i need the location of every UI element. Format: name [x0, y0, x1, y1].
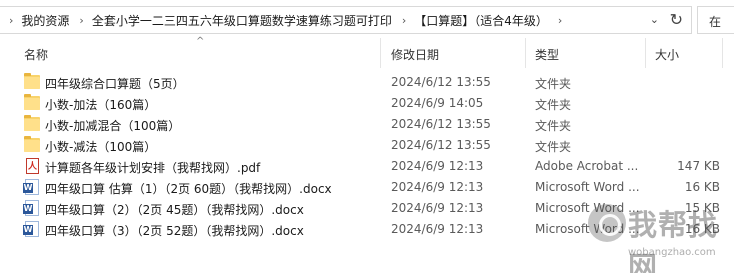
file-date: 2024/6/9 12:13	[391, 159, 484, 173]
file-date: 2024/6/9 12:13	[391, 222, 484, 236]
watermark-text: 我帮找网	[628, 208, 719, 273]
word-doc-icon	[23, 200, 39, 216]
breadcrumb-item[interactable]: 全套小学一二三四五六年级口算题数学速算练习题可打印	[91, 12, 393, 29]
file-date: 2024/6/9 12:13	[391, 201, 484, 215]
chevron-right-icon[interactable]: ›	[402, 14, 406, 27]
breadcrumb-item[interactable]: 【口算题】（适合4年级）	[413, 12, 549, 29]
column-divider[interactable]	[722, 38, 723, 68]
chevron-right-icon[interactable]: ›	[9, 14, 13, 27]
refresh-icon[interactable]: ↻	[670, 10, 683, 29]
file-date: 2024/6/9 14:05	[391, 96, 484, 110]
file-name: 四年级综合口算题（5页）	[45, 77, 185, 91]
file-date: 2024/6/12 13:55	[391, 138, 491, 152]
file-type: 文件夹	[535, 98, 572, 112]
file-name: 四年级口算（3）（2页 52题）（我帮找网）.docx	[45, 224, 304, 238]
chevron-right-icon[interactable]: ›	[79, 14, 83, 27]
word-doc-icon	[23, 221, 39, 237]
file-row[interactable]: 小数-加减混合（100篇） 2024/6/12 13:55 文件夹	[0, 114, 734, 135]
column-header-date[interactable]: 修改日期	[391, 46, 439, 63]
file-date: 2024/6/12 13:55	[391, 117, 491, 131]
folder-icon	[24, 73, 40, 89]
column-header-name[interactable]: 名称	[24, 46, 48, 63]
file-type: Microsoft Word ...	[535, 180, 640, 194]
column-header-type[interactable]: 类型	[535, 46, 559, 63]
folder-icon	[24, 136, 40, 152]
folder-icon	[24, 115, 40, 131]
file-date: 2024/6/12 13:55	[391, 75, 491, 89]
file-name: 四年级口算 估算（1）（2页 60题）（我帮找网）.docx	[45, 182, 332, 196]
watermark-url: wobangzhao.com	[628, 247, 716, 258]
file-size: 16 KB	[684, 180, 720, 194]
file-type: Adobe Acrobat ...	[535, 159, 639, 173]
file-name: 计算题各年级计划安排（我帮找网）.pdf	[45, 161, 261, 175]
file-row[interactable]: 四年级综合口算题（5页） 2024/6/12 13:55 文件夹	[0, 72, 734, 93]
search-logo-icon	[588, 204, 626, 242]
file-date: 2024/6/9 12:13	[391, 180, 484, 194]
file-name: 小数-加法（160篇）	[45, 98, 157, 112]
file-row[interactable]: 小数-减法（100篇） 2024/6/12 13:55 文件夹	[0, 135, 734, 156]
address-bar[interactable]: › 我的资源 › 全套小学一二三四五六年级口算题数学速算练习题可打印 › 【口算…	[0, 6, 692, 34]
word-doc-icon	[23, 179, 39, 195]
file-name: 小数-减法（100篇）	[45, 140, 157, 154]
column-header-bar: 名称 修改日期 类型 大小	[0, 38, 734, 68]
pdf-icon	[26, 158, 39, 174]
file-row[interactable]: 小数-加法（160篇） 2024/6/9 14:05 文件夹	[0, 93, 734, 114]
file-row[interactable]: 四年级口算 估算（1）（2页 60题）（我帮找网）.docx 2024/6/9 …	[0, 177, 734, 198]
column-divider[interactable]	[525, 38, 526, 68]
file-name: 小数-加减混合（100篇）	[45, 119, 181, 133]
watermark: 我帮找网 wobangzhao.com	[588, 196, 734, 273]
file-row[interactable]: 计算题各年级计划安排（我帮找网）.pdf 2024/6/9 12:13 Adob…	[0, 156, 734, 177]
file-size: 147 KB	[677, 159, 720, 173]
breadcrumb-item[interactable]: 我的资源	[20, 12, 70, 29]
file-type: 文件夹	[535, 140, 572, 154]
file-name: 四年级口算（2）（2页 45题）（我帮找网）.docx	[45, 203, 304, 217]
file-type: 文件夹	[535, 119, 572, 133]
search-input[interactable]: 在	[697, 6, 734, 34]
column-divider[interactable]	[645, 38, 646, 68]
address-history-dropdown-icon[interactable]: ⌄	[650, 13, 659, 26]
chevron-right-icon[interactable]: ›	[558, 14, 562, 27]
search-placeholder: 在	[709, 15, 722, 29]
sort-ascending-icon: ^	[196, 36, 205, 47]
file-type: 文件夹	[535, 77, 572, 91]
column-divider[interactable]	[380, 38, 381, 68]
folder-icon	[24, 94, 40, 110]
address-bar-row: › 我的资源 › 全套小学一二三四五六年级口算题数学速算练习题可打印 › 【口算…	[0, 0, 734, 38]
column-header-size[interactable]: 大小	[655, 46, 679, 63]
